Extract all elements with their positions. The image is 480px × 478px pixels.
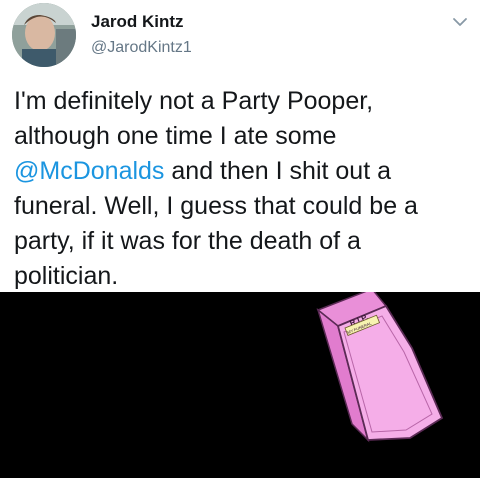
display-name[interactable]: Jarod Kintz — [91, 12, 184, 32]
avatar-photo — [12, 3, 76, 67]
mention-link[interactable]: @McDonalds — [14, 157, 164, 185]
user-handle[interactable]: @JarodKintz1 — [91, 39, 192, 57]
coffin-illustration: R.I.P. MY FUNERAL — [316, 292, 444, 443]
tweet-text-before: I'm definitely not a Party Pooper, altho… — [14, 87, 374, 150]
tweet-text: I'm definitely not a Party Pooper, altho… — [14, 84, 469, 294]
avatar[interactable] — [12, 3, 76, 67]
chevron-down-icon[interactable] — [450, 12, 470, 32]
tweet-media[interactable]: R.I.P. MY FUNERAL — [0, 292, 480, 478]
tweet-card: Jarod Kintz @JarodKintz1 I'm definitely … — [0, 0, 480, 292]
